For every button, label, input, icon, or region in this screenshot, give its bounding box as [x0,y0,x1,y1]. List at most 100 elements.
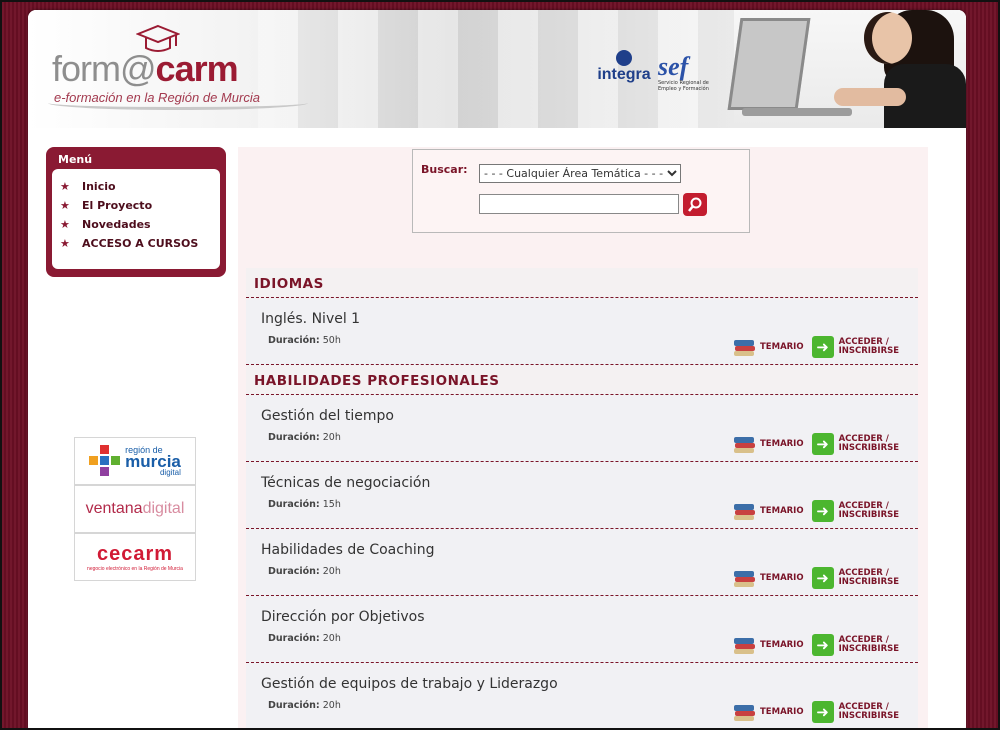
graduation-cap-icon: ★ [60,179,70,193]
woman-face [864,12,912,64]
duration-value: 20h [322,432,341,443]
acceder-inscribirse-button[interactable]: ➜ ACCEDER / INSCRIBIRSE [811,433,899,455]
acceder-label: ACCEDER / INSCRIBIRSE [839,636,899,654]
integra-mark-icon [616,50,632,66]
cecarm-subtitle: negocio electrónico en la Región de Murc… [87,565,183,572]
partner-ventana-digital[interactable]: ventanadigital [74,485,196,533]
menu-item-label: El Proyecto [82,199,153,212]
menu-item-inicio[interactable]: ★ Inicio [60,177,220,196]
laptop-base [742,108,852,116]
acceder-label: ACCEDER / INSCRIBIRSE [839,338,899,356]
search-label: Buscar: [421,163,468,176]
partner-cecarm[interactable]: cecarm negocio electrónico en la Región … [74,533,196,581]
acceder-label: ACCEDER / INSCRIBIRSE [839,569,899,587]
cecarm-text: cecarm [96,542,174,565]
laptop-screen [727,18,811,110]
arrow-right-icon: ➜ [811,336,834,358]
category-title: HABILIDADES PROFESIONALES [246,365,918,395]
duration-label: Duración: [268,566,320,577]
arrow-right-icon: ➜ [811,701,834,723]
ventana-digital-logo: ventanadigital [86,500,185,518]
integra-label: integra [597,66,651,83]
course-name: Gestión del tiempo [261,408,394,424]
course-duration: Duración: 15h [268,499,341,510]
acceder-inscribirse-button[interactable]: ➜ ACCEDER / INSCRIBIRSE [811,701,899,723]
course-actions: TEMARIO ➜ ACCEDER / INSCRIBIRSE [734,567,899,589]
books-icon [734,337,756,357]
course-duration: Duración: 20h [268,633,341,644]
books-icon [734,702,756,722]
menu-item-el-proyecto[interactable]: ★ El Proyecto [60,196,220,215]
ventana-text: ventana [85,500,143,517]
duration-value: 15h [322,499,341,510]
course-row: Gestión de equipos de trabajo y Liderazg… [246,663,918,730]
search-input[interactable] [479,194,679,214]
menu-item-novedades[interactable]: ★ Novedades [60,215,220,234]
menu-list: ★ Inicio ★ El Proyecto ★ Novedades ★ ACC… [52,169,220,269]
partner-region-murcia-digital[interactable]: región de murcia digital [74,437,196,485]
menu-item-acceso-cursos[interactable]: ★ ACCESO A CURSOS [60,234,220,253]
logo-text-carm: carm [155,48,239,89]
course-row: Técnicas de negociación Duración: 15h TE… [246,462,918,529]
temario-button[interactable]: TEMARIO [734,337,804,357]
acceder-inscribirse-button[interactable]: ➜ ACCEDER / INSCRIBIRSE [811,336,899,358]
sef-subtitle: Servicio Regional de Empleo y Formación [658,80,709,92]
books-icon [734,635,756,655]
acceder-inscribirse-button[interactable]: ➜ ACCEDER / INSCRIBIRSE [811,634,899,656]
course-name: Técnicas de negociación [261,475,431,491]
site-logo[interactable]: form@carm [52,48,239,90]
menu-item-label: Inicio [82,180,116,193]
acceder-inscribirse-button[interactable]: ➜ ACCEDER / INSCRIBIRSE [811,567,899,589]
header-photo-woman-laptop [727,10,966,128]
graduation-cap-icon: ★ [60,217,70,231]
course-name: Gestión de equipos de trabajo y Liderazg… [261,676,558,692]
duration-value: 20h [322,633,341,644]
temario-button[interactable]: TEMARIO [734,635,804,655]
temario-label: TEMARIO [760,439,804,449]
arrow-right-icon: ➜ [811,500,834,522]
acceder-label-line2: INSCRIBIRSE [838,443,900,453]
course-row: Gestión del tiempo Duración: 20h TEMARIO… [246,395,918,462]
temario-label: TEMARIO [760,640,804,650]
arrow-right-icon: ➜ [811,634,834,656]
temario-button[interactable]: TEMARIO [734,434,804,454]
duration-label: Duración: [268,432,320,443]
course-duration: Duración: 20h [268,432,341,443]
acceder-label-line2: INSCRIBIRSE [838,644,900,654]
acceder-label: ACCEDER / INSCRIBIRSE [839,502,899,520]
search-button[interactable] [683,193,707,216]
course-duration: Duración: 20h [268,566,341,577]
duration-label: Duración: [268,335,320,346]
temario-label: TEMARIO [760,342,804,352]
duration-value: 50h [322,335,341,346]
side-menu: Menú ★ Inicio ★ El Proyecto ★ Novedades … [46,147,226,277]
integra-logo[interactable]: integra [594,50,654,100]
menu-title: Menú [58,153,93,166]
arrow-right-icon: ➜ [811,567,834,589]
course-duration: Duración: 20h [268,700,341,711]
logo-text-form: form@ [52,48,157,89]
menu-item-label: ACCESO A CURSOS [82,237,199,250]
duration-label: Duración: [268,700,320,711]
woman-arm [834,88,906,106]
duration-value: 20h [322,566,341,577]
area-tematica-select[interactable]: - - - Cualquier Área Temática - - - [479,164,681,183]
temario-label: TEMARIO [760,506,804,516]
acceder-label: ACCEDER / INSCRIBIRSE [839,435,899,453]
sef-logo[interactable]: sef Servicio Regional de Empleo y Formac… [658,54,724,102]
murcia-digital-logo: región de murcia digital [89,445,181,478]
course-name: Inglés. Nivel 1 [261,311,361,327]
duration-value: 20h [322,700,341,711]
main-content: Buscar: - - - Cualquier Área Temática - … [238,147,928,730]
acceder-label-line2: INSCRIBIRSE [838,577,900,587]
temario-label: TEMARIO [760,573,804,583]
temario-button[interactable]: TEMARIO [734,568,804,588]
temario-button[interactable]: TEMARIO [734,702,804,722]
books-icon [734,501,756,521]
murcia-digital-line2: murcia [125,451,181,471]
course-actions: TEMARIO ➜ ACCEDER / INSCRIBIRSE [734,500,899,522]
temario-button[interactable]: TEMARIO [734,501,804,521]
graduation-cap-icon: ★ [60,236,70,250]
course-actions: TEMARIO ➜ ACCEDER / INSCRIBIRSE [734,701,899,723]
acceder-inscribirse-button[interactable]: ➜ ACCEDER / INSCRIBIRSE [811,500,899,522]
